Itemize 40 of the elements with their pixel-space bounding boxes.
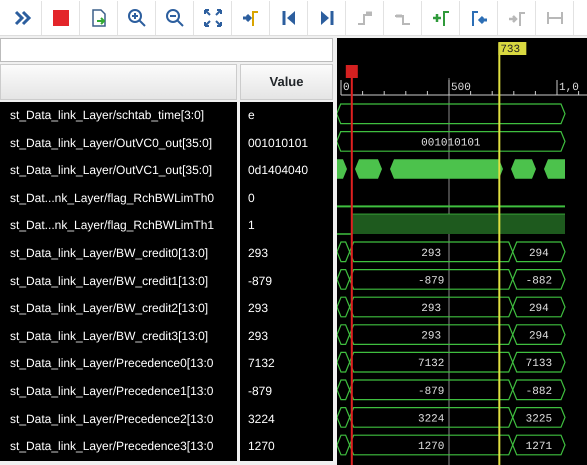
signal-value: 293 <box>248 301 268 316</box>
tick-label: 0 <box>343 82 350 94</box>
waveform-value: -882 <box>526 386 552 398</box>
waveform-value: 294 <box>528 303 549 315</box>
waveform-value: 1271 <box>526 441 552 453</box>
signal-value: 001010101 <box>248 136 308 151</box>
waveform-value: -879 <box>418 386 444 398</box>
zoom-out-icon <box>164 8 184 28</box>
expand-arrows-icon <box>202 8 222 28</box>
signal-value: e <box>248 108 255 123</box>
signal-value: 3224 <box>248 412 275 427</box>
waveform-value: 7133 <box>526 358 552 370</box>
waveform-value: 7132 <box>418 358 444 370</box>
waveform-value: 3224 <box>418 413 444 426</box>
zoom-in-icon <box>126 8 146 28</box>
signal-value: 293 <box>248 246 268 261</box>
signal-value: 293 <box>248 328 268 344</box>
waveform-value: 293 <box>421 248 442 260</box>
tick-label: 1,0 <box>559 82 579 94</box>
waveform-value: -882 <box>526 275 552 288</box>
waveform-value: 3225 <box>526 413 552 426</box>
signal-value: -879 <box>248 384 272 399</box>
signal-value: 1 <box>248 218 255 234</box>
signal-value: 7132 <box>248 356 275 372</box>
waveform-value: -879 <box>418 275 444 288</box>
waveform-value: 294 <box>528 330 549 343</box>
column-header[interactable]: Value <box>240 64 333 100</box>
signal-value: -879 <box>248 274 272 289</box>
cursor-time-label: 733 <box>498 42 526 56</box>
marker-line[interactable] <box>346 65 358 465</box>
waveform-value: 1270 <box>418 441 444 453</box>
waveform-value: 293 <box>421 330 442 343</box>
tick-label: 500 <box>451 82 471 94</box>
signal-value: 1270 <box>248 439 275 454</box>
search-field[interactable] <box>0 38 333 62</box>
stop-icon <box>50 8 70 28</box>
waveform-value: 294 <box>528 248 549 260</box>
signal-value: 0d1404040 <box>248 163 308 178</box>
signal-value: 0 <box>248 190 255 206</box>
waveform-value: 293 <box>421 303 442 315</box>
